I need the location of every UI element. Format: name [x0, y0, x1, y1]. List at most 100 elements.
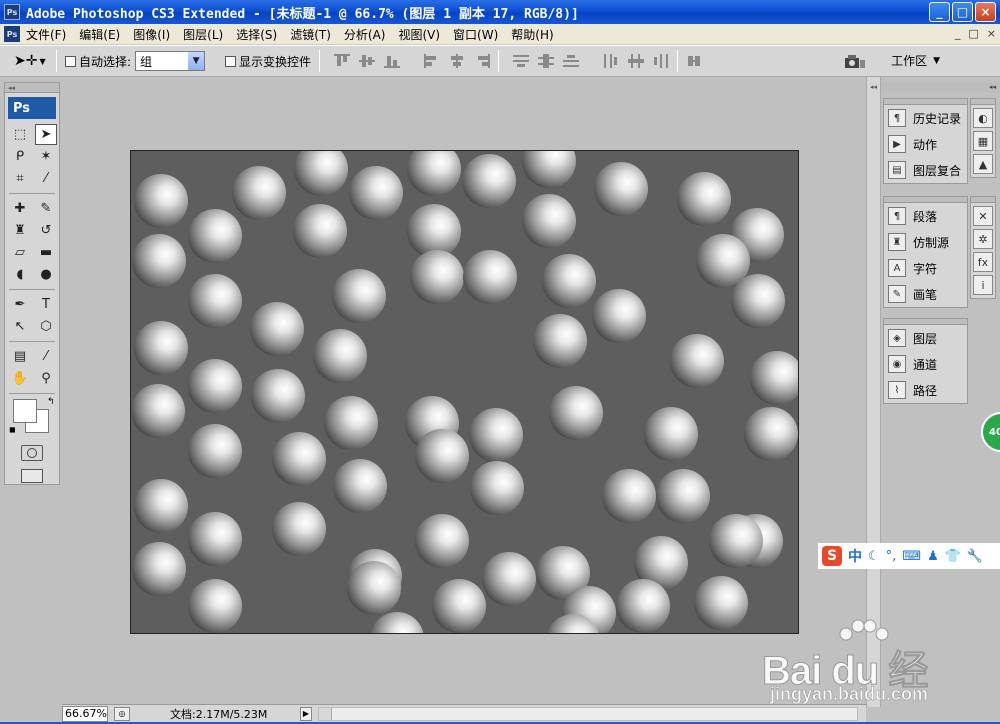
clone-stamp-tool-icon[interactable]: ♜: [9, 220, 31, 241]
zoom-level-field[interactable]: 66.67%: [62, 705, 108, 722]
doc-close-button[interactable]: ×: [987, 27, 996, 40]
menu-select[interactable]: 选择(S): [236, 26, 277, 43]
maximize-button[interactable]: □: [952, 2, 973, 22]
panel-dock-header[interactable]: ◂◂: [881, 82, 999, 92]
align-hcenter-icon[interactable]: [449, 54, 465, 68]
eyedropper-tool-icon[interactable]: ⁄: [35, 346, 57, 367]
pen-tool-icon[interactable]: ✒: [9, 294, 31, 315]
menu-help[interactable]: 帮助(H): [511, 26, 553, 43]
dodge-tool-icon[interactable]: ●: [35, 264, 57, 285]
auto-select-dropdown[interactable]: 组 ▼: [135, 51, 206, 71]
histogram-icon[interactable]: ▲: [973, 154, 993, 174]
panel-layer-comps[interactable]: ▤ 图层复合: [884, 157, 967, 183]
panel-brushes[interactable]: ✎ 画笔: [884, 281, 967, 307]
floating-badge[interactable]: 40: [981, 412, 1000, 452]
screen-mode-button[interactable]: [21, 469, 43, 483]
keyboard-icon[interactable]: ⌨: [902, 549, 921, 564]
panel-paths[interactable]: ⌇ 路径: [884, 377, 967, 403]
align-vcenter-icon[interactable]: [359, 54, 376, 68]
tool-preset-picker[interactable]: ➤✛ ▼: [14, 50, 48, 72]
document-canvas[interactable]: [130, 150, 799, 634]
fx-styles-icon[interactable]: fx: [973, 252, 993, 272]
status-preview-icon[interactable]: ◎: [114, 706, 130, 721]
magic-wand-tool-icon[interactable]: ✶: [35, 146, 57, 167]
photoshop-logo[interactable]: Ps: [8, 97, 56, 119]
foreground-color-swatch[interactable]: [13, 399, 37, 423]
distribute-hcenter-icon[interactable]: [628, 54, 645, 68]
menu-image[interactable]: 图像(I): [133, 26, 170, 43]
swatches-icon[interactable]: ▦: [973, 131, 993, 151]
panel-channels[interactable]: ◉ 通道: [884, 351, 967, 377]
horizontal-scrollbar[interactable]: [318, 706, 858, 721]
auto-select-checkbox[interactable]: [65, 55, 76, 67]
close-button[interactable]: ×: [975, 2, 996, 22]
skin-icon[interactable]: 👕: [945, 549, 961, 564]
notes-tool-icon[interactable]: ▤: [9, 346, 31, 367]
menu-analysis[interactable]: 分析(A): [344, 26, 386, 43]
path-selection-tool-icon[interactable]: ↖: [9, 316, 31, 337]
distribute-bottom-icon[interactable]: [563, 54, 580, 68]
panel-layers[interactable]: ◈ 图层: [884, 325, 967, 351]
gradient-tool-icon[interactable]: ▬: [35, 242, 57, 263]
menu-edit[interactable]: 编辑(E): [79, 26, 120, 43]
toolbox-grip[interactable]: ◂◂: [5, 83, 59, 93]
hand-tool-icon[interactable]: ✋: [9, 368, 31, 389]
sphere-shape: [407, 151, 461, 196]
history-brush-tool-icon[interactable]: ↺: [35, 220, 57, 241]
blur-tool-icon[interactable]: ◖: [9, 264, 31, 285]
doc-restore-button[interactable]: □: [968, 27, 978, 40]
align-top-icon[interactable]: [334, 54, 351, 68]
document-icon[interactable]: Ps: [4, 26, 20, 42]
info-compass-icon[interactable]: ✲: [973, 229, 993, 249]
status-menu-arrow-icon[interactable]: ▶: [300, 706, 312, 721]
panel-actions[interactable]: ▶ 动作: [884, 131, 967, 157]
punctuation-icon[interactable]: °,: [886, 549, 897, 564]
tool-presets-icon[interactable]: ✕: [973, 206, 993, 226]
panel-paragraph[interactable]: ¶ 段落: [884, 203, 967, 229]
user-icon[interactable]: ♟: [927, 549, 939, 564]
bridge-icon[interactable]: [844, 52, 866, 70]
panel-history[interactable]: ¶ 历史记录: [884, 105, 967, 131]
crop-tool-icon[interactable]: ⌗: [9, 168, 31, 189]
lasso-tool-icon[interactable]: ᑭ: [9, 146, 31, 167]
align-left-icon[interactable]: [424, 54, 440, 68]
info-icon[interactable]: i: [973, 275, 993, 295]
distribute-right-icon[interactable]: [653, 54, 669, 68]
align-bottom-icon[interactable]: [384, 54, 401, 68]
settings-icon[interactable]: 🔧: [967, 549, 983, 564]
menu-view[interactable]: 视图(V): [398, 26, 440, 43]
distribute-top-icon[interactable]: [513, 54, 530, 68]
move-tool-icon[interactable]: ➤: [35, 124, 57, 145]
shape-tool-icon[interactable]: ⬡: [35, 316, 57, 337]
auto-align-layers-icon[interactable]: [686, 54, 702, 68]
panel-divider[interactable]: ◂◂: [866, 77, 881, 707]
menu-window[interactable]: 窗口(W): [453, 26, 498, 43]
healing-brush-tool-icon[interactable]: ✚: [9, 198, 31, 219]
distribute-left-icon[interactable]: [603, 54, 619, 68]
ime-logo-icon[interactable]: S: [822, 546, 842, 566]
type-tool-icon[interactable]: T: [35, 294, 57, 315]
workspace-button[interactable]: 工作区 ▼: [891, 52, 940, 69]
minimize-button[interactable]: _: [929, 2, 950, 22]
moon-icon[interactable]: ☾: [868, 549, 880, 564]
app-icon[interactable]: Ps: [4, 4, 20, 20]
brush-tool-icon[interactable]: ✎: [35, 198, 57, 219]
distribute-vcenter-icon[interactable]: [538, 54, 555, 68]
zoom-tool-icon[interactable]: ⚲: [35, 368, 57, 389]
menu-file[interactable]: 文件(F): [26, 26, 66, 43]
align-right-icon[interactable]: [474, 54, 491, 68]
navigator-icon[interactable]: ◐: [973, 108, 993, 128]
menu-layer[interactable]: 图层(L): [183, 26, 223, 43]
swap-colors-icon[interactable]: ↰: [47, 397, 55, 407]
panel-clone-source[interactable]: ♜ 仿制源: [884, 229, 967, 255]
ime-mode[interactable]: 中: [848, 546, 862, 566]
marquee-tool-icon[interactable]: ⬚: [9, 124, 31, 145]
show-transform-checkbox[interactable]: [225, 55, 237, 67]
menu-filter[interactable]: 滤镜(T): [290, 26, 331, 43]
eyedropper-slice-tool-icon[interactable]: ⁄: [35, 168, 57, 189]
quick-mask-button[interactable]: [21, 445, 43, 461]
default-colors-icon[interactable]: ◼: [9, 425, 16, 434]
eraser-tool-icon[interactable]: ▱: [9, 242, 31, 263]
panel-character[interactable]: A 字符: [884, 255, 967, 281]
doc-minimize-button[interactable]: _: [955, 27, 961, 40]
